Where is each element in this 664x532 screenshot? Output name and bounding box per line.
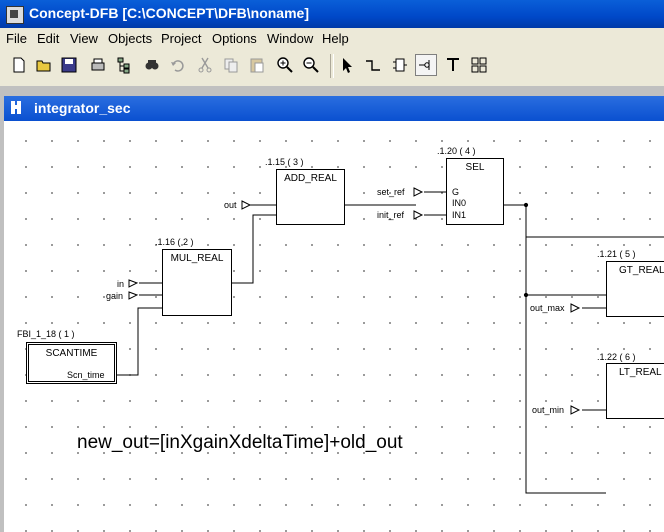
var-out-min[interactable]: out_min <box>532 405 564 415</box>
pin-arrow-out-max <box>570 303 581 313</box>
var-init-ref[interactable]: init_ref <box>377 210 404 220</box>
scantime-name: SCANTIME <box>45 348 98 359</box>
sel-pin-in1: IN1 <box>452 210 467 220</box>
sel-id: .1.20 ( 4 ) <box>437 146 476 156</box>
wire-scan-to-mul <box>116 307 162 376</box>
gt-real-id: .1.21 ( 5 ) <box>597 249 636 259</box>
var-gain[interactable]: gain <box>106 291 123 301</box>
pin-arrow-gain <box>128 291 139 300</box>
lt-real-block[interactable]: LT_REAL <box>606 363 664 419</box>
sel-pin-in0: IN0 <box>452 198 467 208</box>
sel-name: SEL <box>465 162 485 173</box>
var-out[interactable]: out <box>224 200 237 210</box>
mul-real-id: .1.16 ( 2 ) <box>155 237 194 247</box>
pin-arrow-init-ref <box>413 210 424 220</box>
mul-real-name: MUL_REAL <box>170 253 224 264</box>
add-real-block[interactable]: ADD_REAL <box>276 169 345 225</box>
mul-real-block[interactable]: MUL_REAL <box>162 249 232 316</box>
lt-real-name: LT_REAL <box>619 367 662 378</box>
wire-sel-out <box>504 204 664 238</box>
scantime-block[interactable]: SCANTIME Scn_time <box>26 342 117 384</box>
scantime-pin: Scn_time <box>67 370 105 380</box>
sel-block[interactable]: SEL G IN0 IN1 <box>446 158 504 225</box>
var-in[interactable]: in <box>117 279 124 289</box>
var-out-max[interactable]: out_max <box>530 303 565 313</box>
gt-real-name: GT_REAL <box>619 265 664 276</box>
pin-arrow-out <box>241 200 252 210</box>
wire-mul-to-add <box>232 214 276 284</box>
add-real-name: ADD_REAL <box>284 173 337 184</box>
gt-real-block[interactable]: GT_REAL <box>606 261 664 317</box>
equation-annotation[interactable]: new_out=[inXgainXdeltaTime]+old_out <box>77 432 403 454</box>
pin-arrow-set-ref <box>413 187 424 197</box>
var-set-ref[interactable]: set_ref <box>377 187 405 197</box>
sel-pin-g: G <box>452 187 460 197</box>
lt-real-id: .1.22 ( 6 ) <box>597 352 636 362</box>
pin-arrow-in <box>128 279 139 288</box>
scantime-id: FBI_1_18 ( 1 ) <box>17 329 75 339</box>
add-real-id: .1.15 ( 3 ) <box>265 157 304 167</box>
pin-arrow-out-min <box>570 405 581 415</box>
wire-sel-branch <box>525 237 606 494</box>
